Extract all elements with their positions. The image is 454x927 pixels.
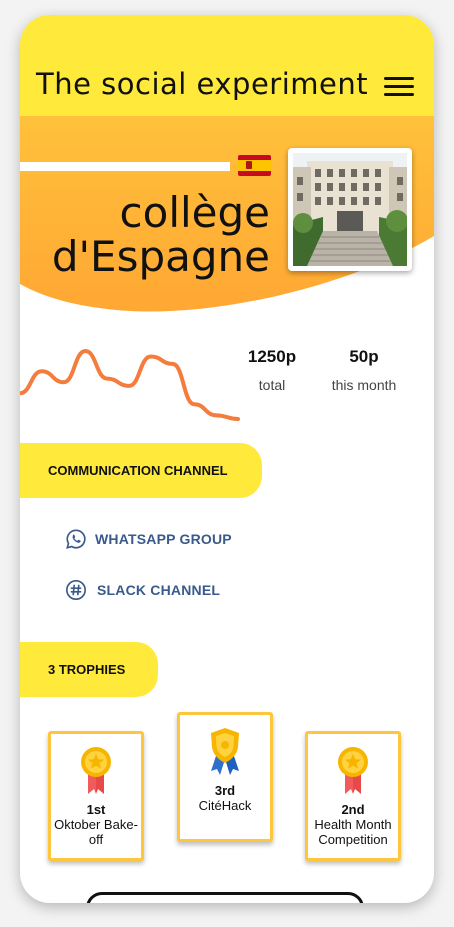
hamburger-icon: [384, 77, 414, 80]
trophy-name: CitéHack: [198, 798, 252, 813]
slack-channel-link[interactable]: SLACK CHANNEL: [65, 579, 220, 601]
college-name-line2: d'Espagne: [51, 232, 270, 281]
college-building-photo: [293, 153, 407, 266]
bottom-action-button[interactable]: [86, 892, 364, 903]
gold-medal-icon: [338, 747, 368, 794]
college-name: collège d'Espagne: [34, 191, 270, 279]
stat-month-label: this month: [331, 377, 397, 393]
gold-medal-icon: [81, 747, 111, 794]
trophy-rank: 3rd: [214, 783, 236, 798]
whatsapp-group-label: WHATSAPP GROUP: [95, 531, 232, 547]
trophies-section-title: 3 TROPHIES: [20, 642, 158, 697]
hero-divider-line: [20, 162, 230, 171]
stat-month-value: 50p: [349, 347, 379, 366]
trophy-rank: 1st: [86, 802, 106, 817]
gold-shield-blue-ribbon-icon: [211, 728, 239, 775]
top-bar: The social experiment: [20, 15, 434, 116]
stat-total-value: 1250p: [247, 347, 297, 366]
communication-section-title: COMMUNICATION CHANNEL: [20, 443, 262, 498]
menu-button[interactable]: [384, 77, 416, 101]
brand-title: The social experiment: [36, 67, 369, 101]
spain-flag-icon: [238, 155, 271, 176]
stat-month: 50p this month: [324, 347, 404, 393]
trophy-card-1[interactable]: 1st Oktober Bake-off: [48, 731, 144, 861]
whatsapp-icon: [66, 529, 86, 549]
college-photo[interactable]: [288, 148, 412, 271]
whatsapp-group-link[interactable]: WHATSAPP GROUP: [65, 528, 232, 550]
stat-total-label: total: [258, 377, 286, 393]
college-name-line1: collège: [119, 188, 270, 237]
slack-icon: [66, 580, 86, 600]
stat-total: 1250p total: [236, 347, 308, 393]
trophy-name: Health Month Competition: [314, 817, 392, 847]
slack-channel-label: SLACK CHANNEL: [97, 582, 221, 598]
points-sparkline: [20, 349, 240, 421]
app-screen: The social experiment collège d'Espagne: [20, 15, 434, 903]
trophy-rank: 2nd: [341, 802, 365, 817]
trophy-name: Oktober Bake-off: [54, 817, 138, 847]
trophy-card-2[interactable]: 3rd CitéHack: [177, 712, 273, 842]
trophy-card-3[interactable]: 2nd Health Month Competition: [305, 731, 401, 861]
